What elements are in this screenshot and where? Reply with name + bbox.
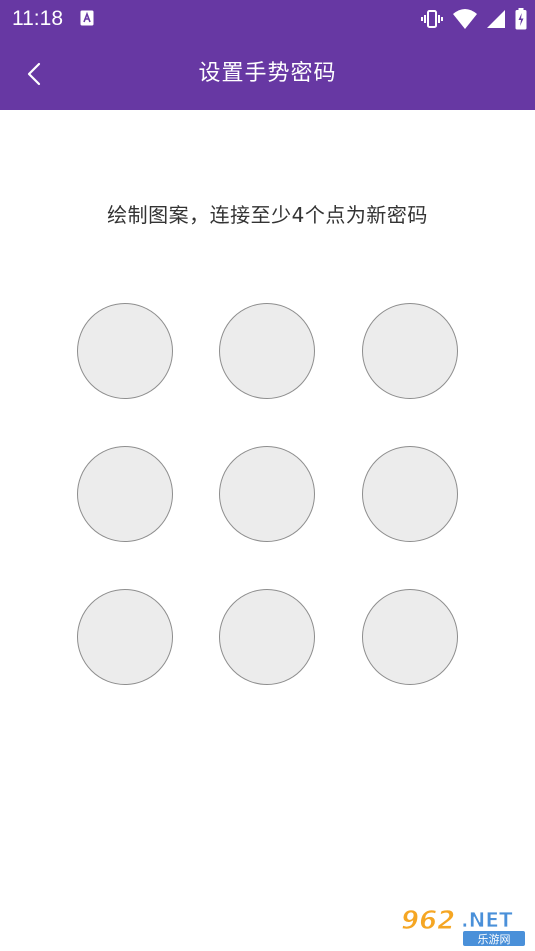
pattern-dot-3[interactable] (362, 303, 458, 399)
site-watermark-logo: 962 .NET 乐游网 (401, 906, 525, 946)
pattern-dot-5[interactable] (219, 446, 315, 542)
pattern-dot-4[interactable] (77, 446, 173, 542)
pattern-dot-1[interactable] (77, 303, 173, 399)
svg-text:962: 962 (401, 906, 455, 936)
svg-text:乐游网: 乐游网 (478, 933, 511, 946)
pattern-dot-8[interactable] (219, 589, 315, 685)
pattern-dot-2[interactable] (219, 303, 315, 399)
svg-text:.NET: .NET (461, 908, 513, 932)
pattern-dot-9[interactable] (362, 589, 458, 685)
pattern-dot-6[interactable] (362, 446, 458, 542)
pattern-lock-grid[interactable] (0, 0, 535, 951)
pattern-dot-7[interactable] (77, 589, 173, 685)
